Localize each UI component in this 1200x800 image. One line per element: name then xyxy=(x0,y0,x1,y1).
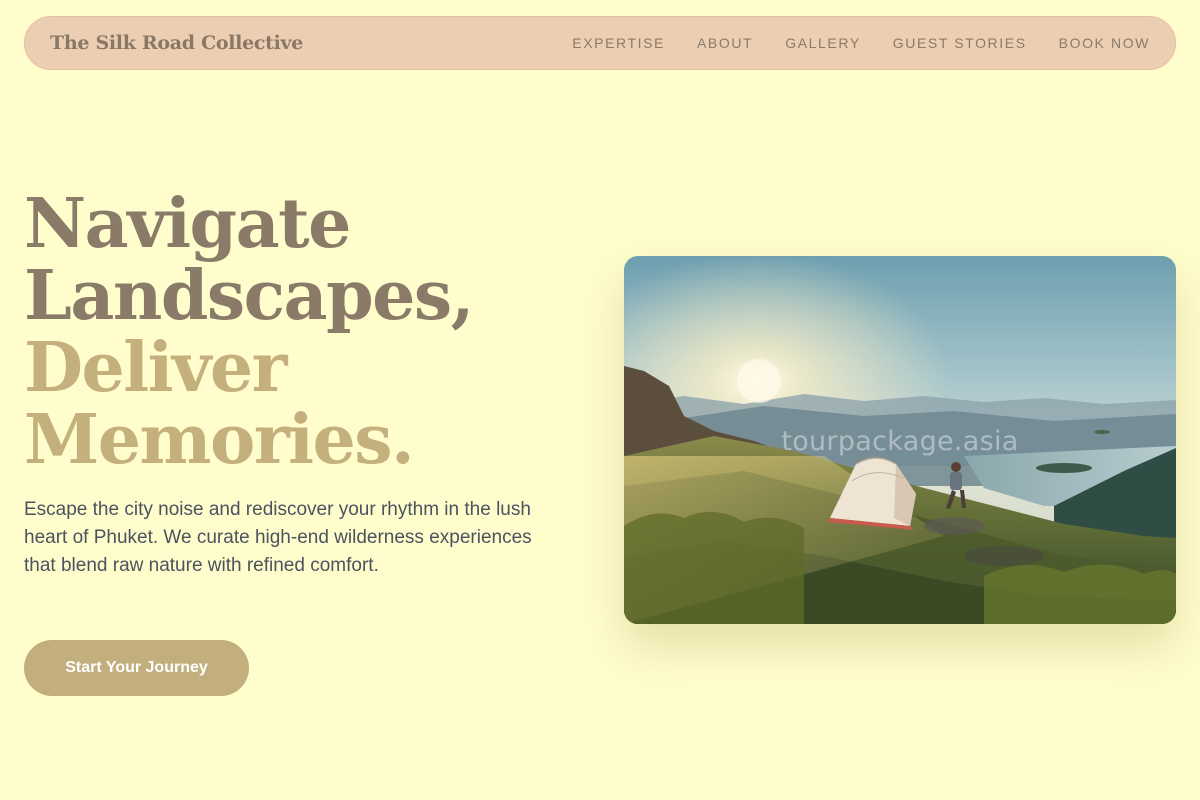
hero-title-line-2: Landscapes, xyxy=(24,256,474,336)
hero-title: Navigate Landscapes, Deliver Memories. xyxy=(24,184,474,480)
top-navbar: The Silk Road Collective EXPERTISE ABOUT… xyxy=(24,16,1176,70)
hero-title-line-4: Memories. xyxy=(24,400,415,480)
brand-logo[interactable]: The Silk Road Collective xyxy=(50,32,303,54)
nav-item-expertise[interactable]: EXPERTISE xyxy=(572,35,665,51)
nav-item-book-now[interactable]: BOOK NOW xyxy=(1059,35,1150,51)
hero-description: Escape the city noise and rediscover you… xyxy=(24,499,532,576)
hero-title-line-3: Deliver xyxy=(24,328,287,408)
nav-item-guest-stories[interactable]: GUEST STORIES xyxy=(893,35,1027,51)
start-journey-button[interactable]: Start Your Journey xyxy=(24,640,249,696)
nav-links: EXPERTISE ABOUT GALLERY GUEST STORIES BO… xyxy=(572,35,1150,51)
nav-item-gallery[interactable]: GALLERY xyxy=(785,35,861,51)
hero-title-line-1: Navigate xyxy=(24,184,351,264)
nav-item-about[interactable]: ABOUT xyxy=(697,35,753,51)
image-watermark: tourpackage.asia xyxy=(781,426,1019,457)
hero-landscape-image: tourpackage.asia xyxy=(624,256,1176,624)
